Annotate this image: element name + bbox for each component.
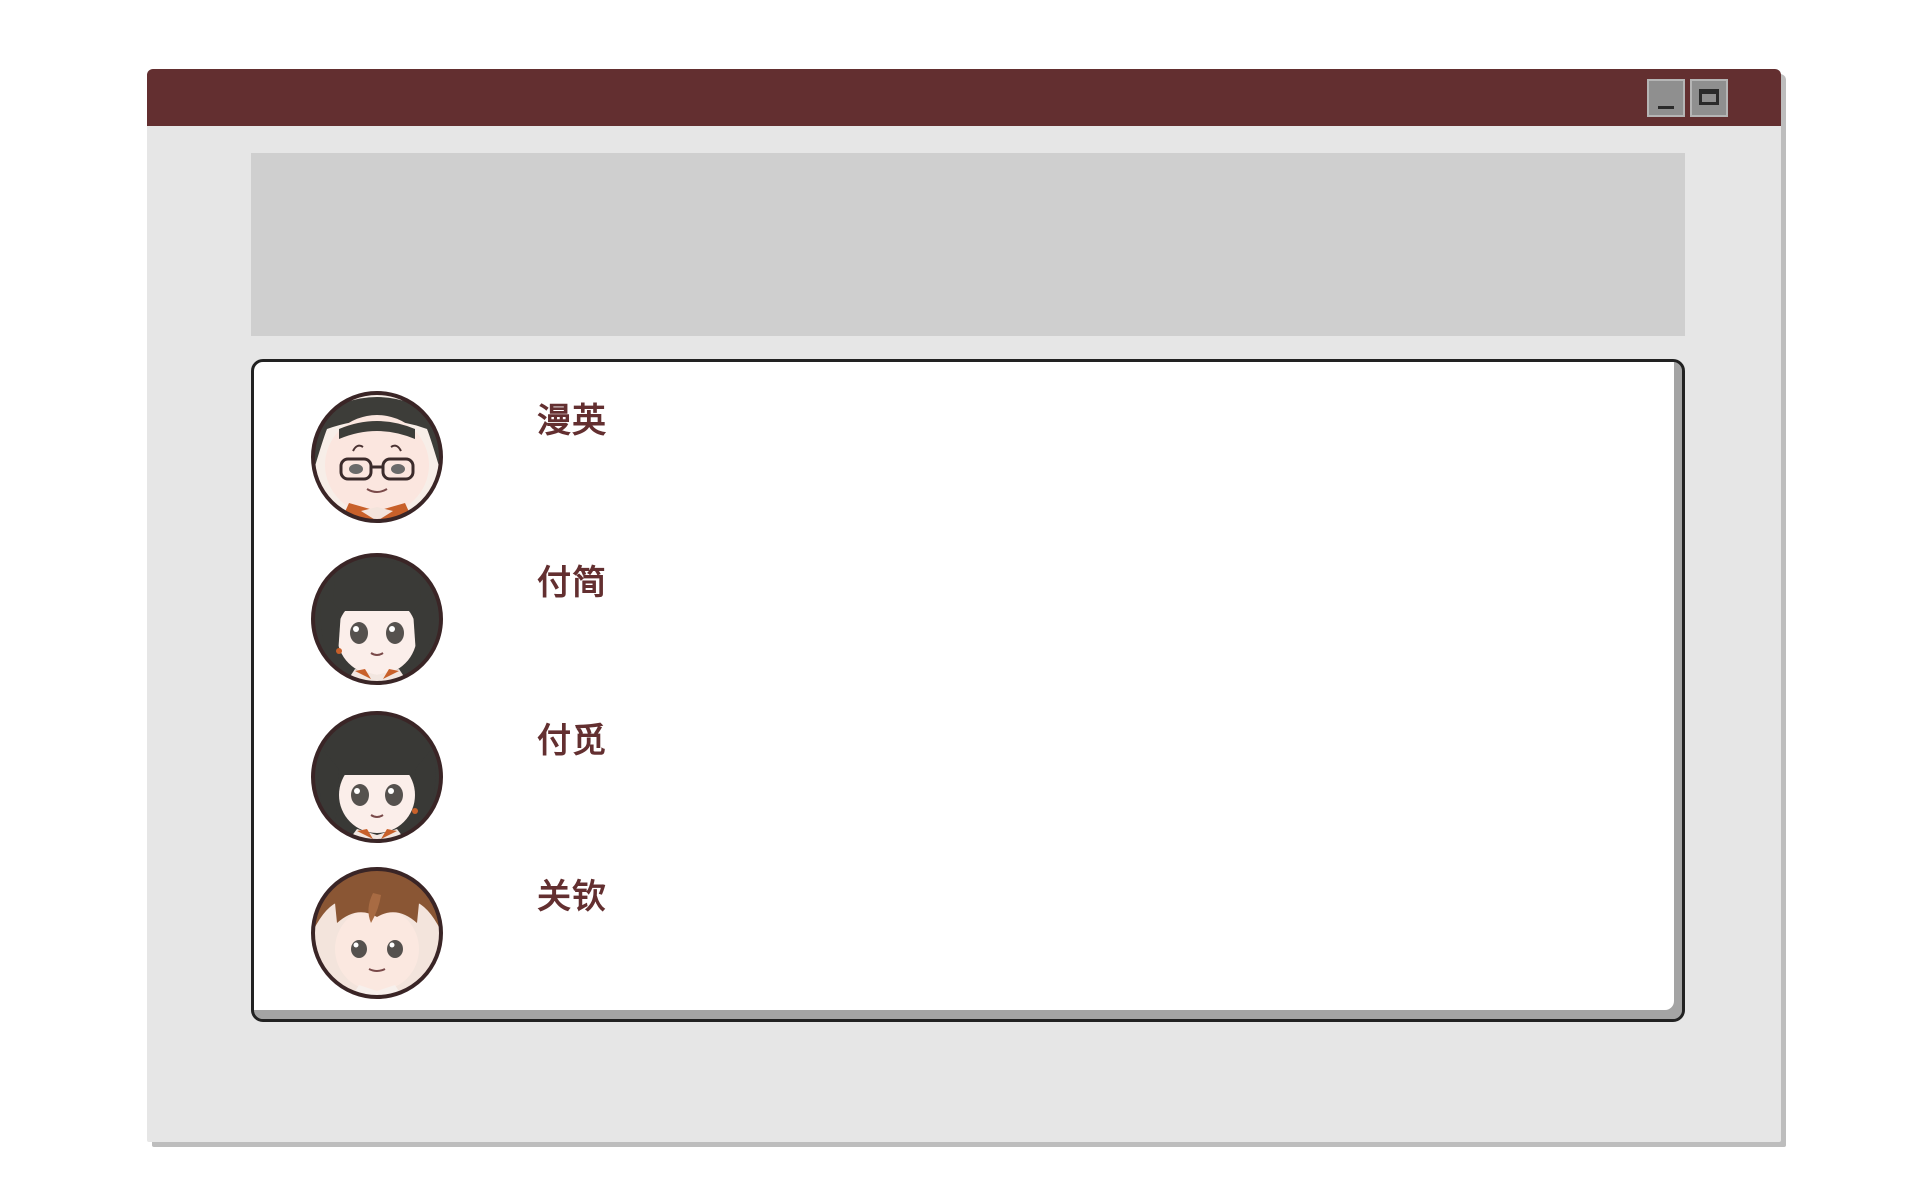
- minimize-icon: [1658, 106, 1674, 109]
- elderly-man-glasses-avatar: [311, 391, 443, 523]
- app-window: 漫英 付简 付觅 关钦: [147, 69, 1781, 1142]
- contact-item[interactable]: 漫英: [309, 389, 1609, 529]
- contact-item[interactable]: 付简: [309, 551, 1609, 691]
- contact-name: 付觅: [537, 721, 607, 761]
- header-panel: [251, 153, 1685, 336]
- title-bar[interactable]: [147, 69, 1781, 126]
- minimize-button[interactable]: [1647, 79, 1685, 117]
- maximize-icon: [1699, 89, 1719, 105]
- girl-bob-hair-avatar: [311, 553, 443, 685]
- contact-list: 漫英 付简 付觅 关钦: [251, 359, 1685, 1022]
- maximize-button[interactable]: [1690, 79, 1728, 117]
- contact-item[interactable]: 关钦: [309, 865, 1609, 1005]
- contact-name: 漫英: [537, 401, 607, 441]
- contact-name: 关钦: [537, 877, 607, 917]
- young-man-brown-hair-avatar: [311, 867, 443, 999]
- girl-bangs-avatar: [311, 711, 443, 843]
- contact-name: 付简: [537, 563, 607, 603]
- contact-item[interactable]: 付觅: [309, 709, 1609, 849]
